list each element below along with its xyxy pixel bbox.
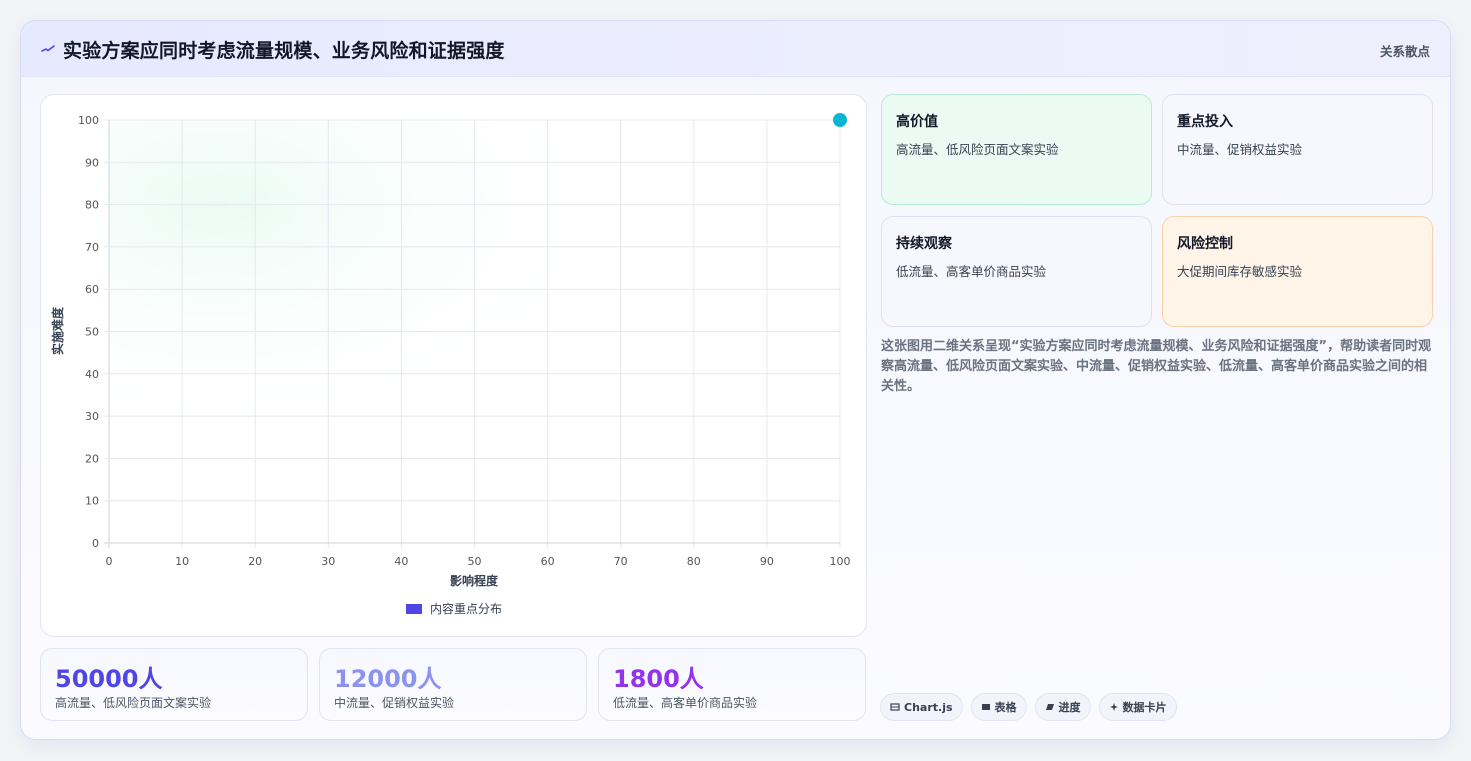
stat-value: 1800人: [613, 665, 704, 693]
y-tick-label: 80: [85, 199, 99, 212]
progress-icon: [1045, 704, 1054, 710]
y-tick-label: 100: [78, 114, 99, 127]
x-tick-label: 0: [106, 555, 113, 568]
quadrant-desc: 中流量、促销权益实验: [1177, 142, 1303, 157]
x-tick-label: 80: [687, 555, 701, 568]
stat-label: 高流量、低风险页面文案实验: [55, 696, 212, 710]
chart-legend[interactable]: 内容重点分布: [406, 601, 502, 616]
y-tick-label: 70: [85, 241, 99, 254]
x-axis-title: 影响程度: [450, 573, 499, 588]
quadrant-card-risk: 风险控制 大促期间库存敏感实验: [1162, 216, 1433, 327]
legend-swatch: [406, 604, 422, 614]
sparkle-icon: [1109, 703, 1118, 711]
quadrant-title: 风险控制: [1177, 236, 1233, 252]
chip-progress[interactable]: 进度: [1034, 693, 1091, 721]
chart-panel: 0 10 20 30 40 50 60 70 80 90 100 0 10 20 30 40 50 60 70 80 9…: [40, 94, 867, 637]
chart-type-tag: 关系散点: [1379, 44, 1430, 59]
stat-card-high: 50000人 高流量、低风险页面文案实验: [40, 648, 308, 721]
page-title: 实验方案应同时考虑流量规模、业务风险和证据强度: [63, 40, 505, 62]
legend-label: 内容重点分布: [430, 601, 502, 616]
chip-label: Chart.js: [904, 700, 953, 714]
card-header: 实验方案应同时考虑流量规模、业务风险和证据强度 关系散点: [21, 21, 1450, 77]
y-axis-title: 实施难度: [50, 306, 65, 355]
y-tick-label: 20: [85, 452, 99, 465]
x-tick-label: 50: [468, 555, 482, 568]
quadrant-card-observe: 持续观察 低流量、高客单价商品实验: [881, 216, 1152, 327]
stat-value: 50000人: [55, 665, 163, 693]
y-tick-label: 90: [85, 156, 99, 169]
x-tick-label: 90: [760, 555, 774, 568]
x-tick-label: 70: [614, 555, 628, 568]
quadrant-desc: 大促期间库存敏感实验: [1177, 264, 1303, 279]
chip-chartjs[interactable]: Chart.js: [880, 693, 963, 721]
stat-card-low: 1800人 低流量、高客单价商品实验: [598, 648, 866, 721]
quadrant-desc: 高流量、低风险页面文案实验: [896, 142, 1059, 157]
main-card: 实验方案应同时考虑流量规模、业务风险和证据强度 关系散点 0 10 20 30 40 50…: [20, 20, 1451, 740]
quadrant-title: 高价值: [896, 114, 938, 130]
y-tick-label: 0: [92, 537, 99, 550]
stat-label: 低流量、高客单价商品实验: [613, 696, 758, 710]
y-tick-label: 40: [85, 368, 99, 381]
stat-label: 中流量、促销权益实验: [334, 696, 455, 710]
chart-icon: [890, 703, 900, 711]
chip-data-card[interactable]: 数据卡片: [1098, 693, 1177, 721]
quadrant-card-high-value: 高价值 高流量、低风险页面文案实验: [881, 94, 1152, 205]
x-tick-label: 10: [175, 555, 189, 568]
x-tick-label: 30: [321, 555, 335, 568]
stat-card-mid: 12000人 中流量、促销权益实验: [319, 648, 587, 721]
x-tick-label: 20: [248, 555, 262, 568]
quadrant-title: 持续观察: [896, 236, 952, 252]
chart-description: 这张图用二维关系呈现“实验方案应同时考虑流量规模、业务风险和证据强度”，帮助读者…: [881, 339, 1432, 394]
stat-value: 12000人: [334, 665, 442, 693]
chip-label: 数据卡片: [1122, 701, 1167, 714]
chip-table[interactable]: 表格: [970, 693, 1027, 721]
y-tick-label: 10: [85, 495, 99, 508]
y-tick-label: 30: [85, 410, 99, 423]
tech-chips: Chart.js 表格 进度 数据卡片: [880, 693, 1177, 721]
y-tick-label: 50: [85, 326, 99, 339]
pulse-icon: [41, 45, 55, 52]
scatter-point[interactable]: [833, 113, 847, 127]
quadrant-desc: 低流量、高客单价商品实验: [896, 264, 1047, 279]
scatter-chart: 0 10 20 30 40 50 60 70 80 90 100 0 10 20 30 40 50 60 70 80 9…: [50, 113, 851, 616]
chip-label: 进度: [1058, 701, 1081, 714]
x-tick-label: 100: [830, 555, 851, 568]
quadrant-card-focus: 重点投入 中流量、促销权益实验: [1162, 94, 1433, 205]
table-icon: [981, 704, 990, 710]
y-tick-label: 60: [85, 283, 99, 296]
chip-label: 表格: [994, 701, 1017, 714]
x-tick-label: 40: [394, 555, 408, 568]
quadrant-title: 重点投入: [1177, 114, 1233, 130]
x-tick-label: 60: [541, 555, 555, 568]
